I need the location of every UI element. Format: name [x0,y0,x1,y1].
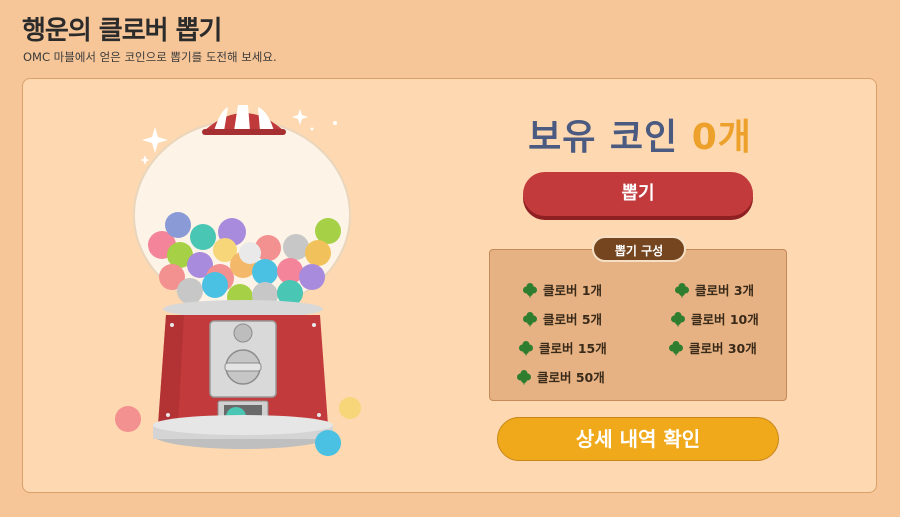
coin-balance-label: 보유 코인 [528,117,679,158]
draw-button[interactable]: 뽑기 [523,172,753,216]
reward-item-label: 클로버 1개 [543,283,603,298]
reward-item: 클로버 10개 [670,309,759,328]
page-subtitle: OMC 마블에서 얻은 코인으로 뽑기를 도전해 보세요. [23,50,277,64]
reward-item: 클로버 15개 [518,338,607,357]
clover-icon [523,282,537,297]
reward-item-label: 클로버 3개 [695,283,755,298]
clover-icon [519,340,533,355]
reward-item-label: 클로버 10개 [691,312,759,327]
clover-icon [523,311,537,326]
clover-icon [517,369,531,384]
reward-item-label: 클로버 50개 [537,370,605,385]
coin-balance-count: 0개 [691,117,752,158]
reward-item: 클로버 5개 [522,309,602,328]
clover-icon [675,282,689,297]
clover-icon [669,340,683,355]
detail-history-button[interactable]: 상세 내역 확인 [497,417,779,461]
coin-balance: 보유 코인 0개 [490,108,790,160]
reward-item: 클로버 1개 [522,280,602,299]
reward-item: 클로버 30개 [668,338,757,357]
reward-item: 클로버 50개 [516,367,605,386]
reward-item-label: 클로버 30개 [689,341,757,356]
reward-item-label: 클로버 5개 [543,312,603,327]
page-title: 행운의 클로버 뽑기 [22,16,222,46]
clover-icon [671,311,685,326]
gumball-machine-icon [115,105,361,456]
reward-item-label: 클로버 15개 [539,341,607,356]
reward-list-title: 뽑기 구성 [592,236,686,262]
reward-item: 클로버 3개 [674,280,754,299]
